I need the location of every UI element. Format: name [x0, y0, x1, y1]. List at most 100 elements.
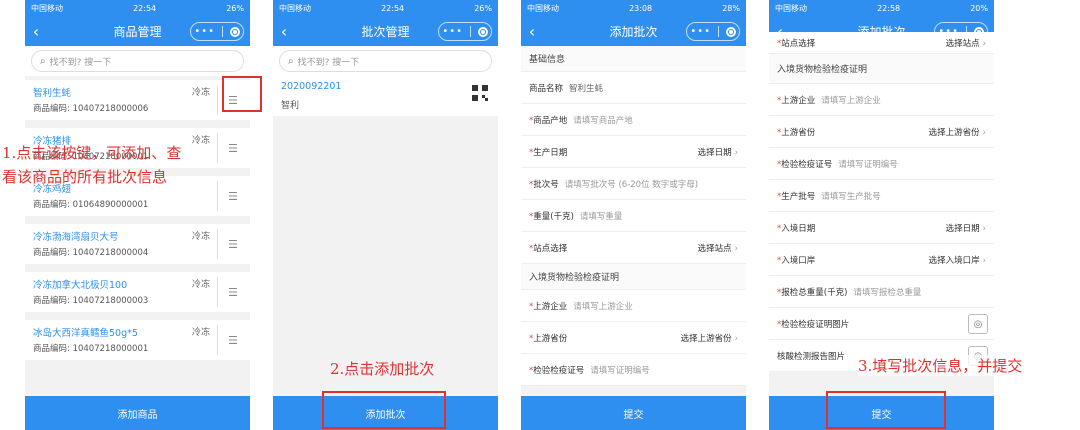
capsule-divider — [717, 26, 719, 37]
batch-list-icon[interactable]: ☰ — [228, 190, 238, 203]
status-bar: 中国移动 22:54 26% — [25, 0, 250, 16]
declared-weight-field[interactable]: *报检总重量(千克) 请填写报检总重量 — [769, 276, 994, 308]
entry-port-select[interactable]: 选择入境口岸 › — [929, 254, 986, 266]
mini-program-capsule[interactable]: ••• — [438, 22, 492, 41]
product-tag: 冷冻 — [191, 232, 210, 242]
more-icon[interactable]: ••• — [690, 26, 711, 37]
close-target-icon[interactable] — [725, 26, 736, 37]
batch-list-icon[interactable]: ☰ — [228, 238, 238, 251]
list-item[interactable]: 冷冻渤海湾扇贝大号 商品编码: 10407218000004 冷冻 ☰ — [25, 224, 250, 264]
weight-placeholder: 请填写重量 — [579, 211, 623, 222]
weight-field[interactable]: *重量(千克) 请填写重量 — [521, 200, 746, 232]
batch-number-field[interactable]: *批次号 请填写批次号 (6-20位 数字或字母) — [521, 168, 746, 200]
prod-batch-placeholder: 请填写生产批号 — [821, 191, 881, 202]
more-icon[interactable]: ••• — [194, 26, 215, 37]
highlight-box-submit — [826, 391, 946, 429]
chevron-right-icon: › — [982, 38, 986, 49]
province-label-text: 上游省份 — [533, 333, 568, 344]
site-label: *站点选择 — [777, 37, 815, 49]
list-item[interactable]: 冷冻加拿大北极贝100 商品编码: 10407218000003 冷冻 ☰ — [25, 272, 250, 312]
site-select-field[interactable]: *站点选择 选择站点 › — [521, 232, 746, 264]
production-date-field[interactable]: *生产日期 选择日期 › — [521, 136, 746, 168]
product-tag: 冷冻 — [191, 88, 210, 98]
entry-port-select-text: 选择入境口岸 — [928, 255, 980, 266]
product-name-row: 商品名称 智利生蚝 — [521, 72, 746, 104]
nucleic-label: 核酸检测报告图片 — [777, 350, 845, 362]
batch-product-name: 智利 — [281, 101, 300, 111]
product-name: 冷冻渤海湾扇贝大号 — [33, 232, 119, 243]
weight-label: *重量(千克) — [529, 210, 574, 222]
status-bar: 中国移动 22:54 26% — [273, 0, 498, 16]
chevron-right-icon: › — [734, 333, 738, 344]
site-select[interactable]: 选择站点 › — [946, 37, 986, 49]
batch-number-placeholder: 请填写批次号 (6-20位 数字或字母) — [564, 179, 699, 190]
back-icon[interactable]: ‹ — [521, 22, 543, 41]
list-item[interactable]: 智利生蚝 商品编码: 10407218000006 冷冻 ☰ — [25, 80, 250, 120]
province-label: *上游省份 — [777, 126, 815, 138]
section-inspection-cert: 入境货物检验检疫证明 — [521, 264, 746, 290]
search-input[interactable]: ⌕ 找不到? 搜一下 — [279, 50, 492, 72]
date-select[interactable]: 选择日期 › — [698, 146, 738, 158]
mini-program-capsule[interactable]: ••• — [686, 22, 740, 41]
product-code: 商品编码: 10407218000004 — [33, 248, 149, 258]
production-date-label-text: 生产日期 — [533, 147, 568, 158]
origin-field[interactable]: *商品产地 请填写商品产地 — [521, 104, 746, 136]
site-select[interactable]: 选择站点 › — [698, 242, 738, 254]
site-select-field[interactable]: *站点选择 选择站点 › — [769, 32, 994, 54]
origin-placeholder: 请填写商品产地 — [573, 115, 633, 126]
search-input[interactable]: ⌕ 找不到? 搜一下 — [31, 50, 244, 72]
add-product-button[interactable]: 添加商品 — [25, 396, 250, 430]
upstream-province-field[interactable]: *上游省份 选择上游省份 › — [769, 116, 994, 148]
upstream-company-field[interactable]: *上游企业 请填写上游企业 — [769, 84, 994, 116]
submit-button[interactable]: 提交 — [521, 396, 746, 430]
province-select[interactable]: 选择上游省份 › — [929, 126, 986, 138]
province-select[interactable]: 选择上游省份 › — [681, 332, 738, 344]
batch-number-label-text: 批次号 — [533, 179, 559, 190]
qr-code-icon[interactable] — [472, 85, 488, 101]
divider — [217, 278, 218, 306]
carrier: 中国移动 — [527, 3, 559, 13]
province-label: *上游省份 — [529, 332, 567, 344]
upstream-placeholder: 请填写上游企业 — [821, 95, 881, 106]
entry-date-field[interactable]: *入境日期 选择日期 › — [769, 212, 994, 244]
province-select-text: 选择上游省份 — [680, 333, 732, 344]
search-placeholder: 找不到? 搜一下 — [49, 57, 112, 68]
batch-list-item[interactable]: 2020092201 智利 — [273, 76, 498, 116]
carrier: 中国移动 — [775, 3, 807, 13]
product-name-value: 智利生蚝 — [569, 83, 604, 94]
cert-number-field[interactable]: *检验检疫证号 请填写证明编号 — [521, 354, 746, 386]
upstream-province-field[interactable]: *上游省份 选择上游省份 › — [521, 322, 746, 354]
entry-date-select[interactable]: 选择日期 › — [946, 222, 986, 234]
back-icon[interactable]: ‹ — [25, 22, 47, 41]
site-label: *站点选择 — [529, 242, 567, 254]
site-select-text: 选择站点 — [945, 38, 980, 49]
product-name-label: 商品名称 — [529, 83, 564, 94]
divider — [217, 326, 218, 354]
declared-weight-placeholder: 请填写报检总重量 — [853, 287, 922, 298]
batch-form: 基础信息 商品名称 智利生蚝 *商品产地 请填写商品产地 *生产日期 选择日期 ›… — [521, 46, 746, 386]
capsule-divider — [469, 26, 471, 37]
batch-list-icon[interactable]: ☰ — [228, 334, 238, 347]
production-batch-field[interactable]: *生产批号 请填写生产批号 — [769, 180, 994, 212]
entry-date-label: *入境日期 — [777, 222, 815, 234]
batch-list-icon[interactable]: ☰ — [228, 286, 238, 299]
cert-placeholder: 请填写证明编号 — [838, 159, 898, 170]
phone-product-management: 中国移动 22:54 26% ‹ 商品管理 ••• ⌕ 找不到? 搜一下 智利生… — [25, 0, 250, 430]
upstream-label-text: 上游企业 — [781, 95, 816, 106]
divider — [217, 134, 218, 162]
mini-program-capsule[interactable]: ••• — [190, 22, 244, 41]
batch-list-icon[interactable]: ☰ — [228, 142, 238, 155]
prod-batch-label: *生产批号 — [777, 190, 815, 202]
site-select-text: 选择站点 — [697, 243, 732, 254]
more-icon[interactable]: ••• — [442, 26, 463, 37]
close-target-icon[interactable] — [229, 26, 240, 37]
province-label-text: 上游省份 — [781, 127, 816, 138]
upstream-company-field[interactable]: *上游企业 请填写上游企业 — [521, 290, 746, 322]
camera-upload-icon[interactable]: ◎ — [968, 314, 988, 334]
entry-port-field[interactable]: *入境口岸 选择入境口岸 › — [769, 244, 994, 276]
product-tag: 冷冻 — [191, 328, 210, 338]
back-icon[interactable]: ‹ — [273, 22, 295, 41]
close-target-icon[interactable] — [477, 26, 488, 37]
list-item[interactable]: 冰岛大西洋真鳕鱼50g*5 商品编码: 10407218000001 冷冻 ☰ — [25, 320, 250, 360]
cert-number-field[interactable]: *检验检疫证号 请填写证明编号 — [769, 148, 994, 180]
